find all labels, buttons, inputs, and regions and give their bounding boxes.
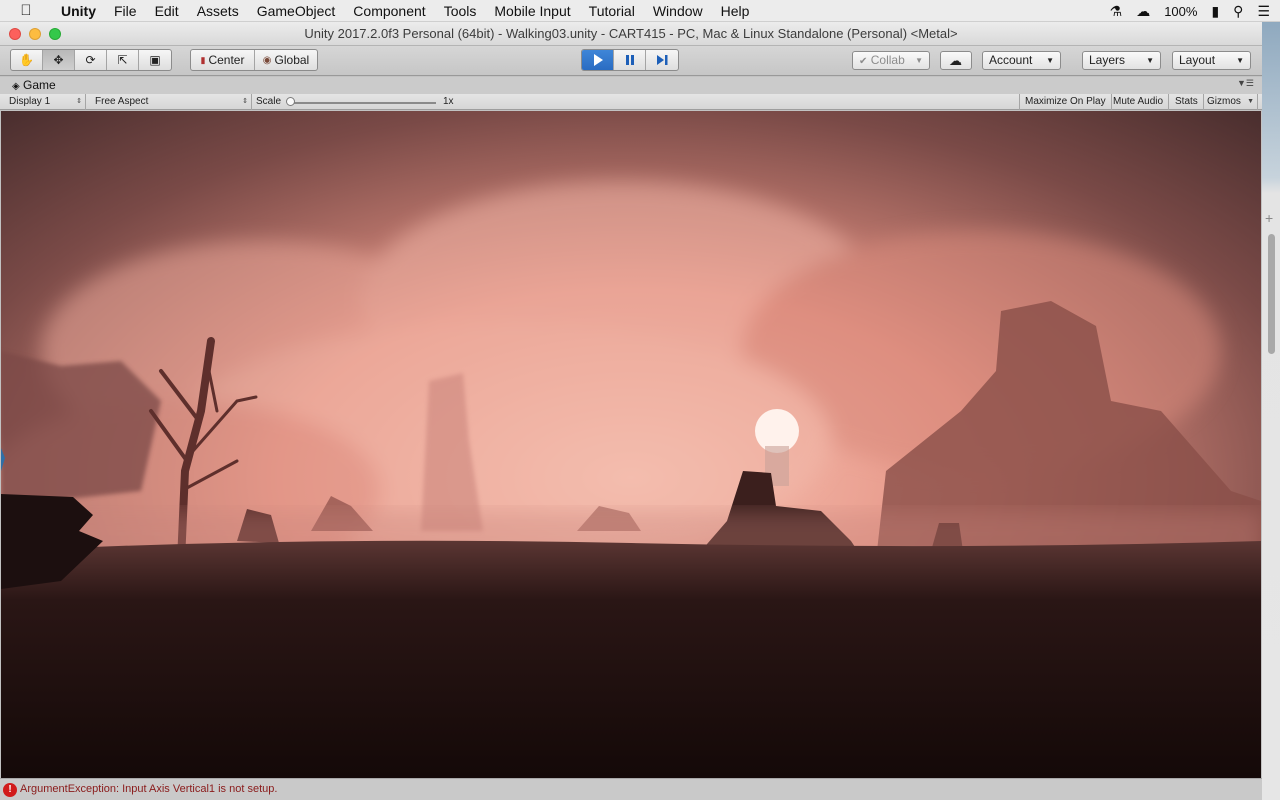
move-tool-icon[interactable]: ✥	[43, 50, 75, 70]
menu-tools[interactable]: Tools	[435, 3, 486, 19]
game-tab-bar: ◈ Game ▼☰	[0, 77, 1262, 94]
aspect-select[interactable]: Free Aspect ⇕	[90, 94, 252, 110]
background-window-scrollbar	[1268, 234, 1275, 354]
game-controller-icon: ◈	[12, 81, 20, 92]
account-dropdown[interactable]: Account ▼	[982, 51, 1061, 70]
layout-label: Layout	[1179, 53, 1216, 67]
menu-file[interactable]: File	[105, 3, 146, 19]
tab-game-label: Game	[23, 78, 56, 92]
pivot-global-label: Global	[274, 53, 310, 67]
scale-value: 1x	[443, 96, 454, 107]
rect-tool-icon[interactable]: ▣	[139, 50, 171, 70]
select-arrows-icon: ⇕	[242, 98, 248, 105]
layout-dropdown[interactable]: Layout ▼	[1172, 51, 1251, 70]
apple-menu-icon[interactable]: 	[0, 2, 52, 19]
window-title: Unity 2017.2.0f3 Personal (64bit) - Walk…	[304, 26, 958, 41]
scale-tool-icon[interactable]: ⇱	[107, 50, 139, 70]
menu-gameobject[interactable]: GameObject	[248, 3, 345, 19]
gizmos-label: Gizmos	[1207, 96, 1241, 107]
stats-toggle[interactable]: Stats	[1170, 94, 1204, 110]
pivot-center-icon: ▮	[200, 54, 206, 65]
macos-menubar:  Unity File Edit Assets GameObject Comp…	[0, 0, 1280, 22]
pivot-toggles: ▮ Center ◉ Global	[190, 49, 318, 71]
menu-component[interactable]: Component	[344, 3, 434, 19]
display-select[interactable]: Display 1 ⇕	[4, 94, 86, 110]
game-viewport[interactable]	[1, 111, 1261, 778]
scale-label: Scale	[256, 96, 282, 107]
menu-app-unity[interactable]: Unity	[52, 3, 105, 19]
menu-tutorial[interactable]: Tutorial	[580, 3, 644, 19]
cloud-icon: ☁	[949, 53, 962, 68]
play-controls	[581, 49, 679, 71]
menu-mobile-input[interactable]: Mobile Input	[485, 3, 579, 19]
error-icon: !	[3, 783, 17, 797]
pause-button[interactable]	[614, 50, 646, 70]
collab-label: Collab	[870, 53, 905, 67]
layers-label: Layers	[1089, 53, 1126, 67]
cloud-upload-icon[interactable]: ☁	[1136, 3, 1150, 20]
chevron-down-icon: ▼	[1046, 56, 1054, 65]
chevron-down-icon: ▼	[1247, 98, 1254, 105]
mute-audio-toggle[interactable]: Mute Audio	[1108, 94, 1170, 110]
game-scene	[1, 111, 1261, 778]
play-icon	[593, 54, 603, 66]
gizmos-dropdown[interactable]: Gizmos ▼	[1202, 94, 1258, 110]
pivot-center-label: Center	[208, 53, 245, 67]
step-button[interactable]	[646, 50, 678, 70]
window-minimize-button[interactable]	[29, 28, 41, 40]
main-toolbar: ✋ ✥ ⟳ ⇱ ▣ ▮ Center ◉ Global ✔ Collab ▼ ☁…	[0, 46, 1262, 76]
collab-check-icon: ✔	[859, 56, 868, 67]
hand-tool-icon[interactable]: ✋	[11, 50, 43, 70]
play-button[interactable]	[582, 50, 614, 70]
rotate-tool-icon[interactable]: ⟳	[75, 50, 107, 70]
game-view-controls: Display 1 ⇕ Free Aspect ⇕ Scale 1x Maxim…	[0, 94, 1262, 110]
pivot-global-button[interactable]: ◉ Global	[255, 50, 317, 70]
window-zoom-button[interactable]	[49, 28, 61, 40]
console-status-bar[interactable]: ! ArgumentException: Input Axis Vertical…	[0, 778, 1262, 800]
display-select-value: Display 1	[9, 96, 51, 107]
globe-icon: ◉	[262, 54, 272, 66]
step-icon	[657, 55, 668, 65]
window-close-button[interactable]	[9, 28, 21, 40]
collab-dropdown[interactable]: ✔ Collab ▼	[852, 51, 930, 70]
spotlight-search-icon[interactable]: ⚲	[1233, 3, 1243, 20]
window-titlebar: Unity 2017.2.0f3 Personal (64bit) - Walk…	[0, 22, 1262, 46]
menu-edit[interactable]: Edit	[146, 3, 188, 19]
notification-center-icon[interactable]: ☰	[1257, 3, 1270, 20]
select-arrows-icon: ⇕	[76, 98, 82, 105]
scale-slider-track[interactable]	[288, 102, 436, 104]
pivot-center-button[interactable]: ▮ Center	[191, 50, 255, 70]
unity-window: Unity 2017.2.0f3 Personal (64bit) - Walk…	[0, 22, 1262, 800]
transform-tools: ✋ ✥ ⟳ ⇱ ▣	[10, 49, 172, 71]
pause-icon	[625, 55, 634, 65]
account-label: Account	[989, 53, 1033, 67]
chevron-down-icon: ▼	[1146, 56, 1154, 65]
chevron-down-icon: ▼	[915, 56, 923, 65]
desktop-background-edge: +	[1262, 22, 1280, 800]
tab-game[interactable]: ◈ Game	[4, 77, 64, 94]
console-error-message: ArgumentException: Input Axis Vertical1 …	[20, 783, 278, 795]
menu-help[interactable]: Help	[712, 3, 759, 19]
plus-icon: +	[1265, 210, 1274, 226]
maximize-on-play-toggle[interactable]: Maximize On Play	[1019, 94, 1112, 110]
tab-options-menu-icon[interactable]: ▼☰	[1237, 78, 1254, 89]
menu-assets[interactable]: Assets	[188, 3, 248, 19]
battery-percent: 100%	[1164, 3, 1198, 19]
scale-slider-thumb[interactable]	[286, 97, 295, 106]
aspect-select-value: Free Aspect	[95, 96, 149, 107]
menu-window[interactable]: Window	[644, 3, 712, 19]
battery-charging-icon[interactable]: ▮	[1211, 3, 1219, 20]
chevron-down-icon: ▼	[1236, 56, 1244, 65]
cloud-services-button[interactable]: ☁	[940, 51, 972, 70]
layers-dropdown[interactable]: Layers ▼	[1082, 51, 1161, 70]
flask-icon[interactable]: ⚗	[1110, 3, 1123, 20]
